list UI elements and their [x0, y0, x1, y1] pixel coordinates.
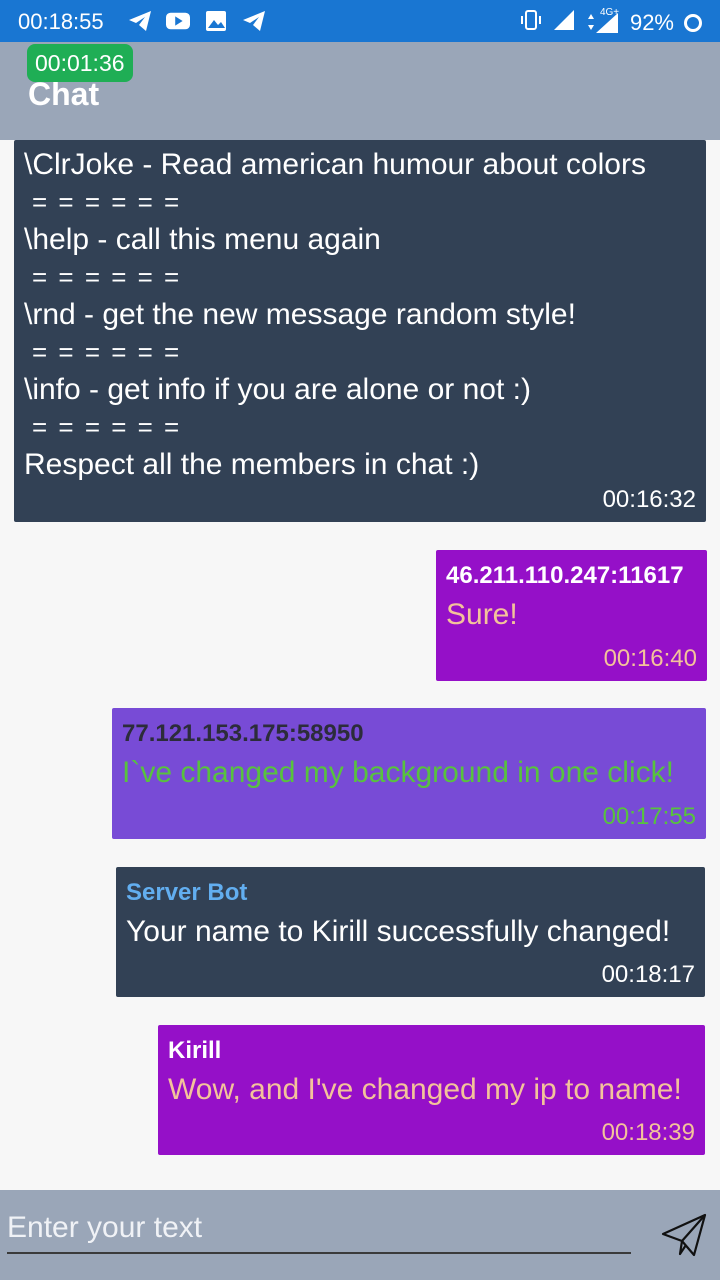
send-button[interactable] [660, 1212, 708, 1258]
status-bar: 00:18:55 4G+ 92% [0, 0, 720, 42]
message-line: \help - call this menu again [24, 223, 381, 256]
message-text: Sure! [446, 598, 518, 631]
chat-message: 77.121.153.175:58950 I`ve changed my bac… [112, 708, 706, 839]
message-text: Your name to Kirill successfully changed… [126, 915, 671, 948]
message-separator: = = = = = = [32, 186, 182, 217]
message-time: 00:17:55 [602, 803, 696, 830]
signal-icon [552, 8, 576, 38]
message-separator: = = = = = = [32, 411, 182, 442]
composer-bar [0, 1190, 720, 1280]
message-separator: = = = = = = [32, 336, 182, 367]
message-line: \ClrJoke - Read american humour about co… [24, 148, 646, 181]
message-sender: 46.211.110.247:11617 [446, 562, 684, 589]
send-icon [661, 1213, 707, 1257]
message-time: 00:18:39 [601, 1119, 695, 1146]
message-time: 00:18:17 [601, 961, 695, 988]
youtube-icon [166, 10, 190, 32]
app-bar: Chat 00:01:36 [0, 42, 720, 140]
message-input[interactable] [7, 1204, 631, 1254]
status-time: 00:18:55 [18, 9, 104, 34]
message-sender: 77.121.153.175:58950 [122, 720, 364, 747]
message-text: I`ve changed my background in one click! [122, 756, 674, 789]
vibrate-icon [520, 9, 542, 37]
message-text: Wow, and I've changed my ip to name! [168, 1073, 682, 1106]
network-type: 4G+ [599, 7, 620, 18]
battery-percent: 92% [629, 10, 674, 35]
message-separator: = = = = = = [32, 261, 182, 292]
telegram-icon [128, 10, 152, 32]
chat-message: 46.211.110.247:11617 Sure! 00:16:40 [436, 550, 707, 681]
telegram-icon [242, 10, 266, 32]
battery-icon [684, 14, 702, 32]
chat-message: Kirill Wow, and I've changed my ip to na… [158, 1025, 705, 1155]
network-4g-icon: 4G+ [586, 7, 620, 35]
gallery-icon [204, 10, 228, 32]
bot-help-message: \ClrJoke - Read american humour about co… [14, 140, 706, 522]
message-line: Respect all the members in chat :) [24, 448, 480, 481]
message-sender: Server Bot [126, 879, 248, 906]
notification-icons [128, 10, 266, 32]
message-time: 00:16:40 [603, 645, 697, 672]
session-timer-badge: 00:01:36 [27, 44, 133, 82]
message-line: \info - get info if you are alone or not… [24, 373, 531, 406]
message-sender: Kirill [168, 1037, 222, 1064]
status-right: 4G+ 92% [520, 7, 702, 38]
message-time: 00:16:32 [602, 486, 696, 513]
message-line: \rnd - get the new message random style! [24, 298, 576, 331]
chat-message: Server Bot Your name to Kirill successfu… [116, 867, 705, 997]
